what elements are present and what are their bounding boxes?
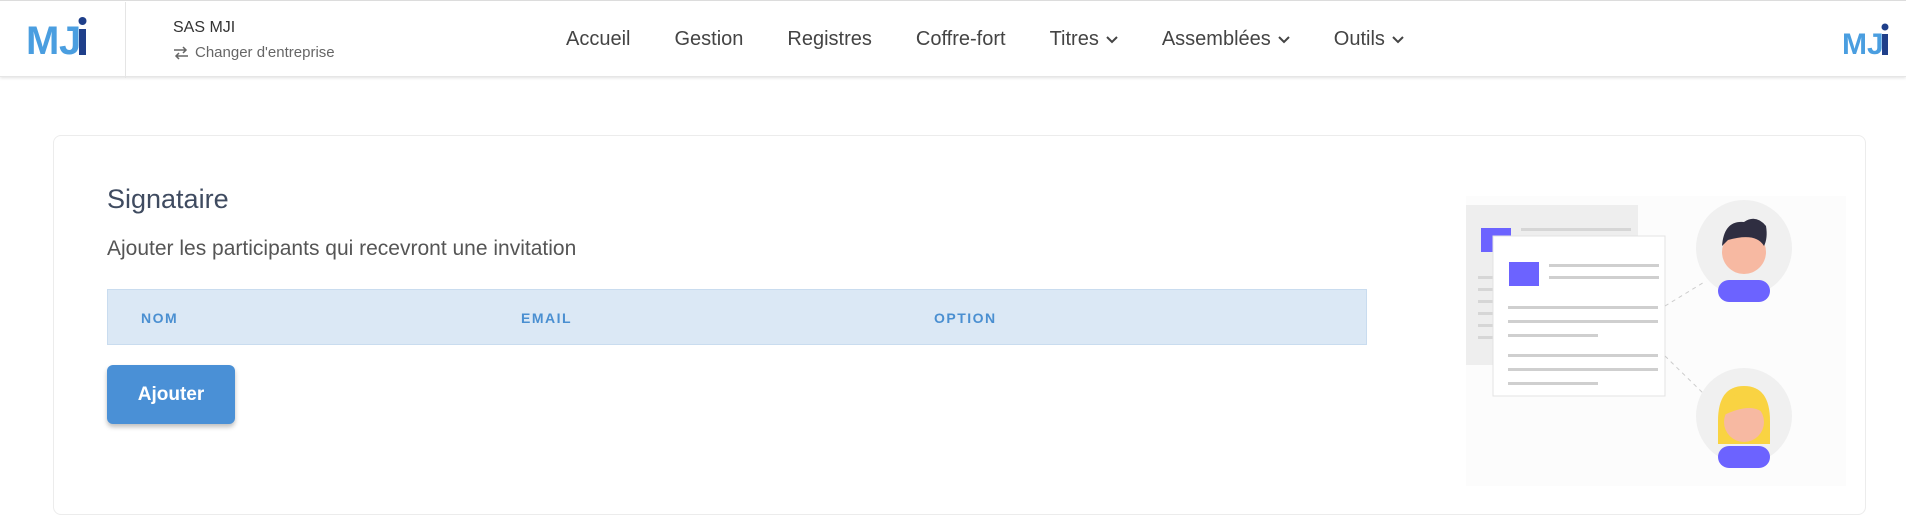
mji-logo-icon: M J [26,17,87,63]
company-logo[interactable]: M J [26,16,98,63]
signature-illustration [1466,196,1846,486]
change-company-link[interactable]: Changer d'entreprise [173,44,335,61]
column-header-option: OPTION [934,310,997,326]
header-divider [125,2,126,78]
right-logo[interactable]: M J [1842,21,1894,61]
mji-logo-icon: M J [1842,23,1889,61]
nav-item-accueil[interactable]: Accueil [566,28,630,51]
chevron-down-icon [1106,35,1118,43]
svg-text:J: J [1867,28,1882,61]
change-company-label: Changer d'entreprise [195,44,335,61]
page-subtitle: Ajouter les participants qui recevront u… [107,237,577,260]
nav-label: Registres [787,28,872,50]
svg-text:J: J [59,19,79,62]
company-name: SAS MJI [173,19,236,36]
nav-label: Coffre-fort [915,28,1006,50]
nav-item-outils[interactable]: Outils [1334,28,1404,51]
signataire-card: Signataire Ajouter les participants qui … [53,135,1866,515]
column-header-email: EMAIL [521,310,573,326]
svg-text:M: M [26,19,57,62]
nav-item-assemblees[interactable]: Assemblées [1162,28,1290,51]
main-nav: Accueil Gestion Registres Coffre-fort Ti… [566,1,1448,78]
nav-item-gestion[interactable]: Gestion [674,28,743,51]
page-title: Signataire [107,184,229,214]
nav-label: Accueil [566,28,631,50]
nav-label: Outils [1333,28,1385,50]
chevron-down-icon [1278,35,1290,43]
nav-item-registres[interactable]: Registres [787,28,871,51]
swap-arrows-icon [174,45,188,60]
participants-table-header: NOM EMAIL OPTION [107,289,1367,345]
company-selector: SAS MJI Changer d'entreprise [173,19,335,61]
nav-item-coffre-fort[interactable]: Coffre-fort [916,28,1006,51]
svg-text:M: M [1842,28,1865,61]
chevron-down-icon [1392,35,1404,43]
column-header-nom: NOM [141,310,179,326]
add-participant-button[interactable]: Ajouter [107,365,235,424]
top-navigation-bar: M J SAS MJI Changer d'entreprise Accueil… [0,0,1906,78]
nav-label: Gestion [674,28,744,50]
nav-label: Assemblées [1161,28,1271,50]
nav-label: Titres [1049,28,1099,50]
nav-item-titres[interactable]: Titres [1050,28,1118,51]
